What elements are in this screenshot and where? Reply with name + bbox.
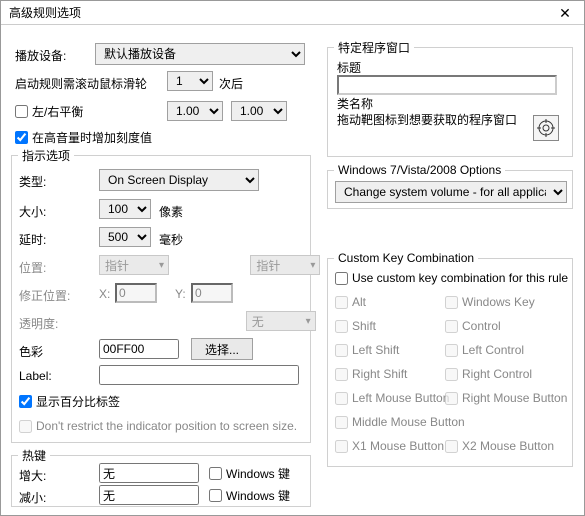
lr-balance-right[interactable]: 1.00 [231,101,287,121]
size-select[interactable]: 100 [99,199,151,219]
use-custom-key-checkbox[interactable]: Use custom key combination for this rule [335,271,568,285]
position-label: 位置: [19,259,46,276]
key-x2: X2 Mouse Button [445,439,554,453]
offset-y-input [191,283,233,303]
key-rshift: Right Shift [335,367,407,381]
scroll-count-select[interactable]: 1 [167,71,213,91]
key-win: Windows Key [445,295,535,309]
size-unit: 像素 [159,203,183,220]
hotkey-inc-label: 增大: [19,467,46,484]
hotkey-dec-label: 减小: [19,489,46,506]
y-label: Y: [175,287,186,301]
key-lctrl: Left Control [445,343,524,357]
key-x1: X1 Mouse Button [335,439,444,453]
titlebar: 高级规则选项 ✕ [1,1,584,25]
key-rctrl: Right Control [445,367,532,381]
scroll-rule-label: 启动规则需滚动鼠标滑轮 [15,75,147,92]
hotkey-dec-input[interactable] [99,485,199,505]
window-title: 高级规则选项 [9,4,550,21]
label-input[interactable] [99,365,299,385]
win7-legend: Windows 7/Vista/2008 Options [334,163,505,177]
delay-label: 延时: [19,231,46,248]
delay-unit: 毫秒 [159,231,183,248]
delay-select[interactable]: 500 [99,227,151,247]
playback-device-label: 播放设备: [15,47,66,64]
transparency-label: 透明度: [19,315,58,332]
key-alt: Alt [335,295,366,309]
offset-label: 修正位置: [19,287,70,304]
color-label: 色彩 [19,343,43,360]
target-window-legend: 特定程序窗口 [334,39,414,56]
label-label: Label: [19,369,52,383]
key-mmb: Middle Mouse Button [335,415,465,429]
target-title-label: 标题 [337,59,361,76]
target-class-label: 类名称 [337,95,373,112]
target-title-input[interactable] [337,75,557,95]
key-ctrl: Control [445,319,501,333]
restrict-checkbox: Don't restrict the indicator position to… [19,419,297,433]
target-drag-hint: 拖动靶图标到想要获取的程序窗口 [337,113,519,127]
hotkey-inc-winkey[interactable]: Windows 键 [209,465,290,482]
lr-balance-checkbox[interactable]: 左/右平衡 [15,103,83,120]
crosshair-icon [537,119,555,137]
key-lshift: Left Shift [335,343,399,357]
position-y-combo: 指针 [250,255,320,275]
position-x-combo: 指针 [99,255,169,275]
win7-combo[interactable]: Change system volume - for all applicati… [335,181,567,203]
key-rmb: Right Mouse Button [445,391,567,405]
size-label: 大小: [19,203,46,220]
key-shift: Shift [335,319,376,333]
type-label: 类型: [19,173,46,190]
key-lmb: Left Mouse Button [335,391,449,405]
lr-balance-left[interactable]: 1.00 [167,101,223,121]
add-scale-checkbox[interactable]: 在高音量时增加刻度值 [15,129,152,146]
percent-checkbox[interactable]: 显示百分比标签 [19,393,120,410]
scroll-rule-suffix: 次后 [219,75,243,92]
type-select[interactable]: On Screen Display [99,169,259,191]
target-icon-button[interactable] [533,115,559,141]
hotkey-dec-winkey[interactable]: Windows 键 [209,487,290,504]
color-input[interactable] [99,339,179,359]
transparency-combo: 无 [246,311,316,331]
hotkeys-legend: 热键 [18,447,50,464]
color-choose-button[interactable]: 选择... [191,338,253,360]
x-label: X: [99,287,110,301]
offset-x-input [115,283,157,303]
hotkey-inc-input[interactable] [99,463,199,483]
keycombo-legend: Custom Key Combination [334,251,478,265]
playback-device-select[interactable]: 默认播放设备 [95,43,305,65]
close-button[interactable]: ✕ [550,2,580,24]
dialog: 高级规则选项 ✕ 播放设备: 默认播放设备 启动规则需滚动鼠标滑轮 1 次后 左… [0,0,585,516]
indicator-legend: 指示选项 [18,147,74,164]
